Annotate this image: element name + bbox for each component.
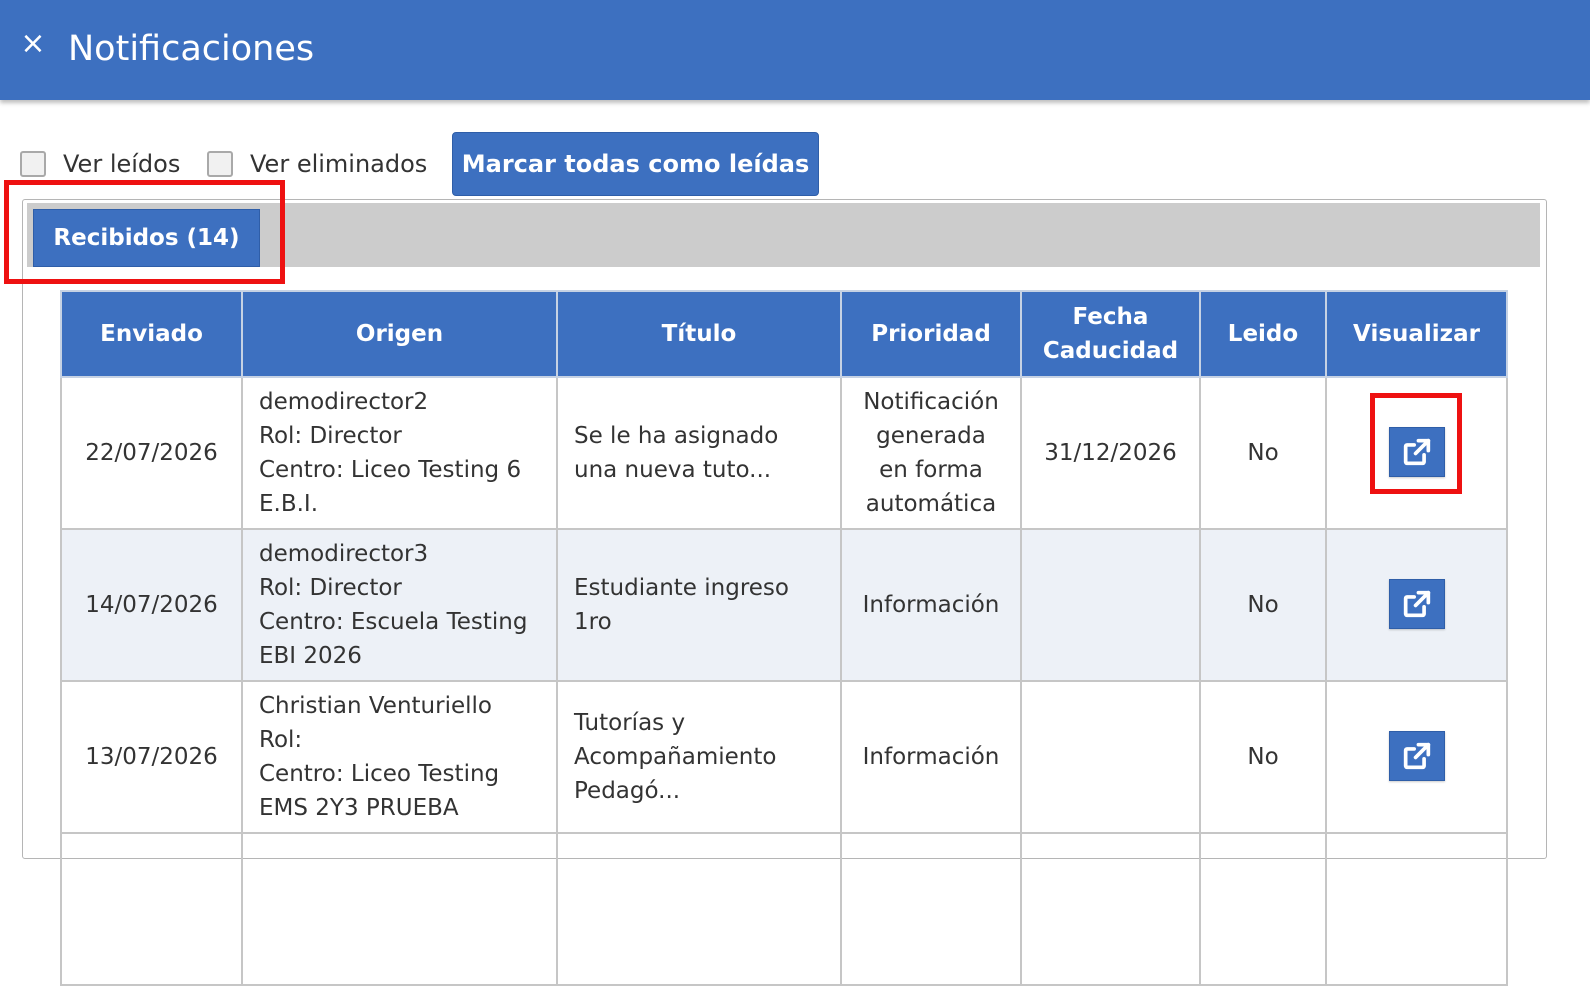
cell-expiry (1020, 680, 1201, 834)
title-line: Estudiante ingreso (574, 575, 789, 601)
ver-eliminados-checkbox[interactable]: Ver eliminados (207, 148, 427, 180)
cell-priority: Información (840, 528, 1022, 682)
cell-read: No (1199, 376, 1327, 530)
external-link-icon (1403, 438, 1430, 466)
column-header-title[interactable]: Título (556, 290, 842, 378)
table-row: 22/07/2026 demodirector2 Rol: Director C… (60, 376, 1508, 530)
cell-sent: 22/07/2026 (60, 376, 243, 530)
checkbox-box[interactable] (207, 151, 233, 177)
cell-view (1325, 680, 1508, 834)
cell-expiry: 31/12/2026 (1020, 376, 1201, 530)
checkbox-box[interactable] (20, 151, 46, 177)
cell-title: Estudiante ingreso 1ro (556, 528, 842, 682)
cell-empty (840, 832, 1022, 986)
table-row: 14/07/2026 demodirector3 Rol: Director C… (60, 528, 1508, 682)
cell-origin: demodirector2 Rol: Director Centro: Lice… (241, 376, 558, 530)
table-row: 13/07/2026 Christian Venturiello Rol: Ce… (60, 680, 1508, 834)
origin-center: Centro: Liceo Testing 6 (259, 457, 522, 483)
origin-user: Christian Venturiello (259, 693, 492, 719)
view-notification-button[interactable] (1388, 731, 1445, 781)
checkbox-label: Ver eliminados (250, 150, 428, 178)
mark-all-read-button[interactable]: Marcar todas como leídas (452, 132, 819, 196)
cell-read: No (1199, 680, 1327, 834)
origin-center: EBI 2026 (259, 643, 362, 669)
column-header-view: Visualizar (1325, 290, 1508, 378)
priority-line: generada (876, 423, 986, 449)
priority-line: automática (865, 491, 997, 517)
cell-empty (1325, 832, 1508, 986)
column-header-expiry-line: Fecha (1072, 304, 1149, 330)
title-line: Acompañamiento (574, 744, 777, 770)
column-header-origin[interactable]: Origen (241, 290, 558, 378)
column-header-priority[interactable]: Prioridad (840, 290, 1022, 378)
cell-origin: Christian Venturiello Rol: Centro: Liceo… (241, 680, 558, 834)
title-line: 1ro (574, 609, 612, 635)
column-header-read[interactable]: Leido (1199, 290, 1327, 378)
cell-empty (1020, 832, 1201, 986)
table-row (60, 832, 1508, 986)
origin-center: E.B.I. (259, 491, 319, 517)
origin-user: demodirector2 (259, 389, 429, 415)
cell-origin: demodirector3 Rol: Director Centro: Escu… (241, 528, 558, 682)
origin-center: Centro: Liceo Testing (259, 761, 500, 787)
cell-empty (1199, 832, 1327, 986)
cell-priority: Información (840, 680, 1022, 834)
close-icon[interactable]: × (16, 24, 50, 64)
origin-role: Rol: (259, 727, 303, 753)
cell-sent: 14/07/2026 (60, 528, 243, 682)
cell-view (1325, 376, 1508, 530)
title-line: Tutorías y (574, 710, 686, 736)
external-link-icon (1403, 742, 1430, 770)
app-header: × Notificaciones (0, 0, 1590, 100)
view-notification-button[interactable] (1388, 427, 1445, 477)
origin-role: Rol: Director (259, 575, 402, 601)
table-header-row: Enviado Origen Título Prioridad Fecha Ca… (60, 290, 1508, 378)
cell-priority: Notificación generada en forma automátic… (840, 376, 1022, 530)
title-line: Pedagó... (574, 778, 681, 804)
view-notification-button[interactable] (1388, 579, 1445, 629)
cell-title: Tutorías y Acompañamiento Pedagó... (556, 680, 842, 834)
cell-title: Se le ha asignado una nueva tuto... (556, 376, 842, 530)
external-link-icon (1403, 590, 1430, 618)
origin-user: demodirector3 (259, 541, 429, 567)
column-header-sent[interactable]: Enviado (60, 290, 243, 378)
cell-empty (556, 832, 842, 986)
cell-read: No (1199, 528, 1327, 682)
page-title: Notificaciones (68, 29, 315, 69)
origin-center: Centro: Escuela Testing (259, 609, 528, 635)
checkbox-label: Ver leídos (63, 150, 181, 178)
notifications-table: Enviado Origen Título Prioridad Fecha Ca… (60, 290, 1508, 986)
column-header-expiry[interactable]: Fecha Caducidad (1020, 290, 1201, 378)
title-line: Se le ha asignado (574, 423, 779, 449)
tab-received[interactable]: Recibidos (14) (33, 209, 260, 267)
cell-expiry (1020, 528, 1201, 682)
cell-empty (241, 832, 558, 986)
column-header-expiry-line: Caducidad (1042, 338, 1179, 364)
priority-line: Notificación (863, 389, 999, 415)
origin-center: EMS 2Y3 PRUEBA (259, 795, 459, 821)
cell-sent: 13/07/2026 (60, 680, 243, 834)
title-line: una nueva tuto... (574, 457, 772, 483)
cell-view (1325, 528, 1508, 682)
cell-empty (60, 832, 243, 986)
ver-leidos-checkbox[interactable]: Ver leídos (20, 148, 180, 180)
priority-line: en forma (879, 457, 983, 483)
origin-role: Rol: Director (259, 423, 402, 449)
